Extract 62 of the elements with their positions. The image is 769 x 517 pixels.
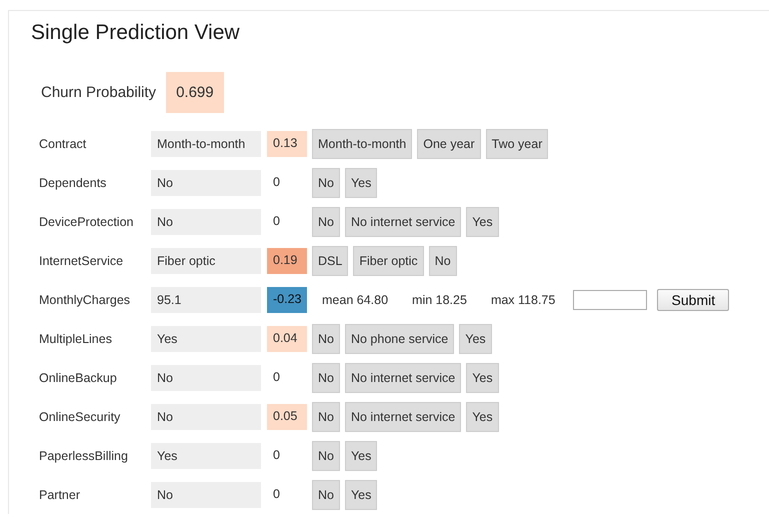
option-button[interactable]: Yes — [466, 402, 499, 432]
min-stat: min 18.25 — [412, 292, 467, 306]
effect-value: 0 — [272, 368, 281, 386]
effect-value: 0.04 — [267, 326, 307, 352]
feature-label: Dependents — [39, 176, 108, 190]
feature-value: No — [151, 482, 261, 508]
option-button[interactable]: No — [312, 440, 340, 470]
feature-value: Yes — [151, 326, 261, 352]
feature-label: PaperlessBilling — [39, 448, 129, 462]
mean-stat: mean 64.80 — [322, 292, 388, 306]
option-button[interactable]: No — [312, 480, 340, 510]
submit-button[interactable]: Submit — [657, 288, 730, 310]
option-button[interactable]: Yes — [344, 480, 378, 510]
option-button[interactable]: No — [312, 168, 340, 198]
option-button[interactable]: No internet service — [344, 206, 462, 236]
feature-label: DeviceProtection — [39, 214, 134, 228]
effect-value: 0 — [272, 446, 281, 464]
feature-value: No — [151, 404, 261, 430]
option-button[interactable]: No — [312, 402, 340, 432]
feature-label: OnlineSecurity — [39, 410, 122, 424]
input-field[interactable] — [573, 290, 648, 310]
feature-label: MultipleLines — [39, 332, 113, 346]
option-button[interactable]: No phone service — [344, 324, 454, 354]
option-button[interactable]: No — [428, 246, 457, 276]
option-button[interactable]: Fiber optic — [353, 246, 424, 276]
feature-label: OnlineBackup — [39, 370, 118, 384]
option-button[interactable]: Yes — [466, 362, 499, 392]
effect-value: 0.19 — [267, 248, 307, 274]
max-stat: max 118.75 — [490, 292, 556, 306]
effect-value: -0.23 — [267, 286, 307, 312]
effect-value: 0 — [272, 486, 281, 502]
option-button[interactable]: No internet service — [344, 402, 462, 432]
effect-value: 0.05 — [267, 404, 307, 430]
option-button[interactable]: Yes — [466, 206, 499, 236]
option-button[interactable]: Yes — [344, 440, 378, 470]
feature-label: Contract — [39, 136, 88, 150]
feature-label: InternetService — [39, 254, 124, 268]
option-button[interactable]: No internet service — [344, 362, 462, 392]
feature-value: No — [151, 364, 261, 390]
effect-value: 0 — [272, 174, 281, 190]
option-button[interactable]: Two year — [486, 128, 548, 158]
feature-value: Fiber optic — [151, 248, 261, 274]
option-button[interactable]: No — [312, 206, 340, 236]
page-title: Single Prediction View — [30, 20, 241, 46]
option-button[interactable]: No — [312, 324, 340, 354]
option-button[interactable]: Month-to-month — [312, 128, 412, 158]
option-button[interactable]: Yes — [344, 168, 378, 198]
option-button[interactable]: DSL — [312, 246, 348, 276]
feature-value: Month-to-month — [151, 130, 261, 156]
feature-label: MonthlyCharges — [39, 292, 132, 306]
feature-value: 95.1 — [151, 286, 261, 312]
effect-value: 0.13 — [267, 130, 307, 156]
churn-probability-value: 0.699 — [166, 72, 224, 113]
feature-value: No — [151, 208, 261, 234]
option-button[interactable]: Yes — [459, 324, 492, 354]
effect-value: 0 — [272, 212, 281, 230]
churn-label: Churn Probability — [41, 84, 156, 101]
feature-label: Partner — [39, 488, 81, 502]
option-button[interactable]: One year — [417, 128, 481, 158]
feature-value: No — [151, 170, 261, 196]
option-button[interactable]: No — [312, 362, 340, 392]
feature-value: Yes — [151, 442, 261, 468]
